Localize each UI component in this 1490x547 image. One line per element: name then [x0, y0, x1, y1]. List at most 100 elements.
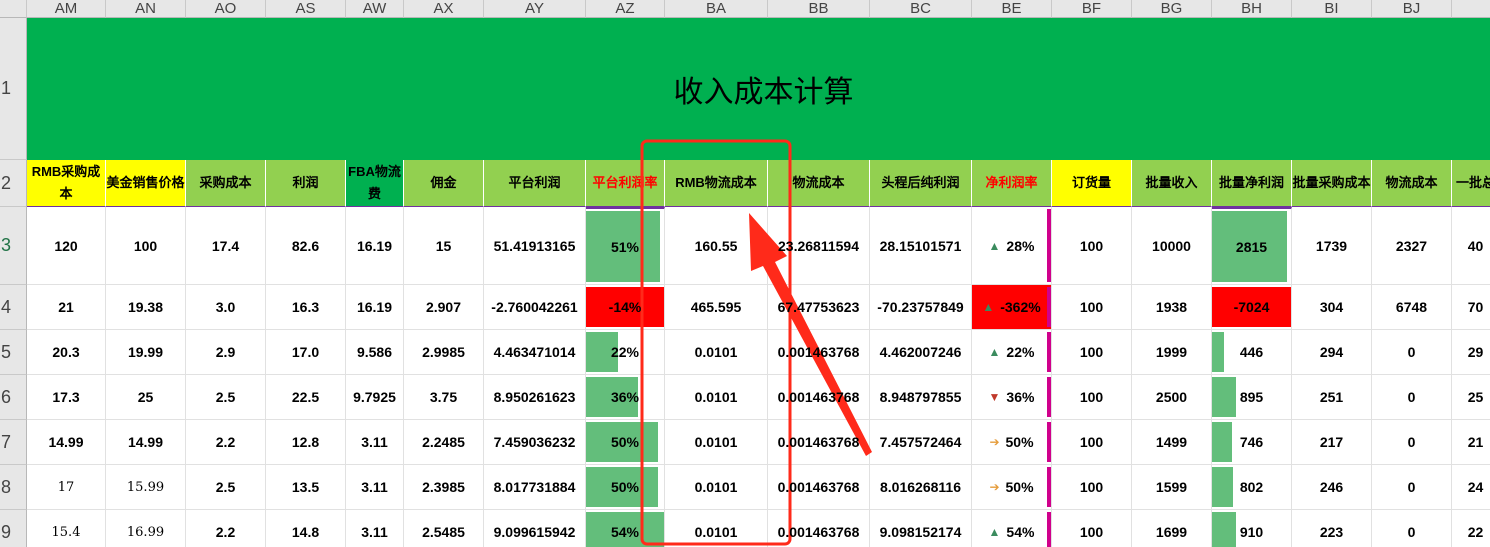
cell-order-qty[interactable]: 100	[1052, 207, 1132, 285]
cell-batch-purchase-cost[interactable]: 304	[1292, 285, 1372, 330]
cell-net-margin[interactable]: ➔ 50%	[972, 420, 1052, 465]
cell-amount-rmb-purchase[interactable]: 120	[27, 207, 106, 285]
column-header-AM[interactable]: AM	[27, 0, 106, 18]
cell-batch-total[interactable]: 29	[1452, 330, 1490, 375]
cell-purchase-cost[interactable]: 2.2	[186, 420, 266, 465]
cell-batch-revenue[interactable]: 1938	[1132, 285, 1212, 330]
cell-platform-margin[interactable]: 54%	[586, 510, 665, 547]
cell-platform-margin[interactable]: 50%	[586, 420, 665, 465]
cell-usd-price[interactable]: 100	[106, 207, 186, 285]
cell-usd-price[interactable]: 14.99	[106, 420, 186, 465]
cell-batch-logistics[interactable]: 0	[1372, 375, 1452, 420]
cell-logistics-cost[interactable]: 23.26811594	[768, 207, 870, 285]
cell-order-qty[interactable]: 100	[1052, 285, 1132, 330]
cell-batch-net-profit[interactable]: 2815	[1212, 207, 1292, 285]
cell-commission[interactable]: 3.75	[404, 375, 484, 420]
cell-platform-margin[interactable]: 36%	[586, 375, 665, 420]
cell-batch-revenue[interactable]: 10000	[1132, 207, 1212, 285]
cell-rmb-logistics[interactable]: 0.0101	[665, 420, 768, 465]
column-header-BH[interactable]: BH	[1212, 0, 1292, 18]
cell-usd-price[interactable]: 16.99	[106, 510, 186, 547]
cell-rmb-logistics[interactable]: 0.0101	[665, 510, 768, 547]
cell-net-margin[interactable]: ▲ 22%	[972, 330, 1052, 375]
cell-purchase-cost[interactable]: 2.5	[186, 465, 266, 510]
column-header-AS[interactable]: AS	[266, 0, 346, 18]
header-amount-rmb-purchase[interactable]: RMB采购成本	[27, 160, 106, 207]
cell-commission[interactable]: 2.907	[404, 285, 484, 330]
row-header-5[interactable]: 5	[0, 330, 27, 375]
header-net-margin[interactable]: 净利润率	[972, 160, 1052, 207]
column-header-BB[interactable]: BB	[768, 0, 870, 18]
cell-profit[interactable]: 16.3	[266, 285, 346, 330]
cell-net-profit[interactable]: 28.15101571	[870, 207, 972, 285]
cell-batch-logistics[interactable]: 0	[1372, 420, 1452, 465]
cell-logistics-cost[interactable]: 0.001463768	[768, 510, 870, 547]
header-batch-logistics[interactable]: 物流成本	[1372, 160, 1452, 207]
cell-net-profit[interactable]: 8.016268116	[870, 465, 972, 510]
cell-batch-logistics[interactable]: 0	[1372, 465, 1452, 510]
cell-net-margin[interactable]: ▼ 36%	[972, 375, 1052, 420]
cell-platform-profit[interactable]: 7.459036232	[484, 420, 586, 465]
header-commission[interactable]: 佣金	[404, 160, 484, 207]
header-usd-price[interactable]: 美金销售价格	[106, 160, 186, 207]
cell-purchase-cost[interactable]: 3.0	[186, 285, 266, 330]
cell-batch-net-profit[interactable]: 910	[1212, 510, 1292, 547]
cell-net-margin[interactable]: ▲ 54%	[972, 510, 1052, 547]
cell-batch-purchase-cost[interactable]: 246	[1292, 465, 1372, 510]
cell-rmb-logistics[interactable]: 0.0101	[665, 465, 768, 510]
header-batch-revenue[interactable]: 批量收入	[1132, 160, 1212, 207]
row-header-2[interactable]: 2	[0, 160, 27, 207]
column-header-BC[interactable]: BC	[870, 0, 972, 18]
header-net-profit[interactable]: 头程后纯利润	[870, 160, 972, 207]
cell-batch-revenue[interactable]: 2500	[1132, 375, 1212, 420]
cell-logistics-cost[interactable]: 0.001463768	[768, 330, 870, 375]
cell-commission[interactable]: 15	[404, 207, 484, 285]
cell-amount-rmb-purchase[interactable]: 15.4	[27, 510, 106, 547]
cell-batch-revenue[interactable]: 1699	[1132, 510, 1212, 547]
column-header-AW[interactable]: AW	[346, 0, 404, 18]
cell-logistics-cost[interactable]: 0.001463768	[768, 465, 870, 510]
cell-net-profit[interactable]: 9.098152174	[870, 510, 972, 547]
cell-fba-fee[interactable]: 16.19	[346, 207, 404, 285]
cell-usd-price[interactable]: 15.99	[106, 465, 186, 510]
cell-order-qty[interactable]: 100	[1052, 510, 1132, 547]
cell-batch-logistics[interactable]: 0	[1372, 330, 1452, 375]
cell-fba-fee[interactable]: 16.19	[346, 285, 404, 330]
cell-batch-purchase-cost[interactable]: 223	[1292, 510, 1372, 547]
cell-profit[interactable]: 12.8	[266, 420, 346, 465]
header-platform-margin[interactable]: 平台利润率	[586, 160, 665, 207]
column-header-AN[interactable]: AN	[106, 0, 186, 18]
row-header-3[interactable]: 3	[0, 207, 27, 285]
cell-logistics-cost[interactable]: 67.47753623	[768, 285, 870, 330]
column-header-AY[interactable]: AY	[484, 0, 586, 18]
cell-rmb-logistics[interactable]: 465.595	[665, 285, 768, 330]
cell-commission[interactable]: 2.3985	[404, 465, 484, 510]
cell-net-profit[interactable]: 4.462007246	[870, 330, 972, 375]
cell-usd-price[interactable]: 19.38	[106, 285, 186, 330]
cell-fba-fee[interactable]: 3.11	[346, 510, 404, 547]
cell-batch-purchase-cost[interactable]: 251	[1292, 375, 1372, 420]
row-header-1[interactable]: 1	[0, 18, 27, 160]
header-profit[interactable]: 利润	[266, 160, 346, 207]
cell-batch-purchase-cost[interactable]: 294	[1292, 330, 1372, 375]
column-header-BF[interactable]: BF	[1052, 0, 1132, 18]
column-header-BE[interactable]: BE	[972, 0, 1052, 18]
header-rmb-logistics[interactable]: RMB物流成本	[665, 160, 768, 207]
header-batch-purchase-cost[interactable]: 批量采购成本	[1292, 160, 1372, 207]
header-logistics-cost[interactable]: 物流成本	[768, 160, 870, 207]
header-purchase-cost[interactable]: 采购成本	[186, 160, 266, 207]
cell-platform-margin[interactable]: 51%	[586, 207, 665, 285]
cell-amount-rmb-purchase[interactable]: 21	[27, 285, 106, 330]
cell-profit[interactable]: 13.5	[266, 465, 346, 510]
cell-platform-margin[interactable]: -14%	[586, 285, 665, 330]
cell-usd-price[interactable]: 19.99	[106, 330, 186, 375]
cell-order-qty[interactable]: 100	[1052, 375, 1132, 420]
header-batch-net-profit[interactable]: 批量净利润	[1212, 160, 1292, 207]
cell-batch-total[interactable]: 40	[1452, 207, 1490, 285]
column-header-AZ[interactable]: AZ	[586, 0, 665, 18]
cell-net-profit[interactable]: -70.23757849	[870, 285, 972, 330]
cell-profit[interactable]: 22.5	[266, 375, 346, 420]
cell-net-margin[interactable]: ➔ 50%	[972, 465, 1052, 510]
cell-purchase-cost[interactable]: 2.9	[186, 330, 266, 375]
column-header-BI[interactable]: BI	[1292, 0, 1372, 18]
